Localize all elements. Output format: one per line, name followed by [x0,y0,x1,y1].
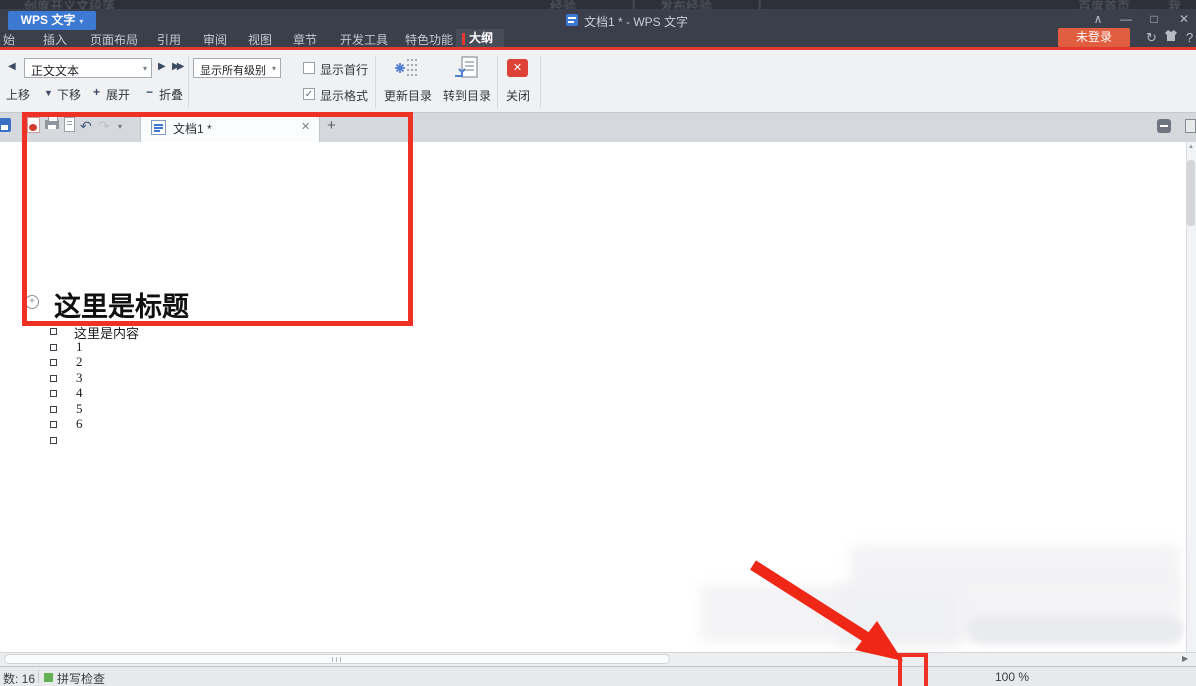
goto-toc-icon[interactable] [454,56,480,85]
update-toc-button[interactable]: 更新目录 [383,87,433,104]
update-toc-icon[interactable] [395,56,421,85]
outline-item[interactable]: 4 [76,385,83,401]
outline-bullet[interactable] [50,406,57,413]
demote-icon[interactable]: ▶ [158,61,166,72]
maximize-icon[interactable]: □ [1142,11,1166,27]
outline-bullet[interactable] [50,421,57,428]
divider: | [758,0,761,9]
background-text: 发布经验 [660,0,712,9]
outline-bullet[interactable] [50,344,57,351]
annotation-rectangle [22,112,413,326]
skin-icon[interactable] [1164,29,1178,46]
outline-item[interactable]: 3 [76,370,83,386]
tab-outline-active[interactable]: 大纲 [456,29,504,48]
collapse-icon[interactable]: − [146,85,153,99]
statusbar: 数: 16 拼写检查 [0,666,1196,686]
save-icon[interactable] [0,118,11,132]
vertical-scroll-thumb[interactable] [1187,160,1195,226]
panel-toggle-icon[interactable] [1157,119,1171,133]
outline-level-combo[interactable]: 正文文本 ▾ [24,58,152,78]
window-title: 文档1 * - WPS 文字 [584,13,688,30]
chevron-down-icon: ▾ [143,64,147,73]
outline-bullet[interactable] [50,390,57,397]
move-down-button[interactable]: 下移 [57,86,81,103]
promote-icon[interactable]: ◀ [8,61,16,72]
divider: | [632,0,635,9]
spellcheck-icon [44,673,53,682]
show-format-checkbox[interactable]: ✓ [303,88,315,100]
sidebar-toggle-icon[interactable] [1185,119,1196,133]
separator [188,56,189,108]
word-count: 数: 16 [3,670,35,686]
zoom-level: 100 % [995,670,1029,684]
blurred-watermark [968,616,1183,644]
outline-item[interactable]: 2 [76,354,83,370]
outline-bullet[interactable] [50,437,57,444]
background-text: 我 [1168,0,1181,9]
outline-item[interactable]: 1 [76,339,83,355]
background-text: 创度开义文段落 [24,0,115,9]
outline-item[interactable]: 5 [76,401,83,417]
expand-icon[interactable]: + [93,85,100,99]
titlebar: WPS 文字▾ 文档1 * - WPS 文字 ∧ — □ ✕ 始 插入 页面布局… [0,9,1196,47]
outline-toolbar: ◀ 正文文本 ▾ ▶ ▶▶ 上移 ▼ 下移 + 展开 − 折叠 显示所有级别 ▾… [0,50,1196,113]
move-down-icon[interactable]: ▼ [44,88,53,98]
annotation-highlight-box [898,653,928,686]
horizontal-scroll-thumb[interactable] [4,654,670,664]
scroll-up-icon[interactable]: ▲ [1188,144,1194,150]
demote-to-body-icon[interactable]: ▶▶ [172,61,181,72]
refresh-icon[interactable]: ↻ [1146,29,1157,46]
blurred-watermark [838,588,958,646]
wps-writer-window: 创度开义文段落 经验 | 发布经验 | 百度首页 我 WPS 文字▾ 文档1 *… [0,0,1196,686]
move-up-button[interactable]: 上移 [6,86,30,103]
background-text: 经验 [550,0,576,9]
outline-bullet[interactable] [50,359,57,366]
spellcheck-label[interactable]: 拼写检查 [57,670,105,686]
close-outline-button[interactable]: 关闭 [496,87,540,104]
outline-bullet[interactable] [50,328,57,335]
show-first-line-label: 显示首行 [320,61,368,78]
help-icon[interactable]: ? [1186,29,1193,46]
collapse-ribbon-icon[interactable]: ∧ [1086,11,1110,27]
separator [38,670,39,683]
background-text: 百度首页 [1078,0,1130,9]
chevron-down-icon: ▾ [272,64,276,73]
separator [540,56,541,108]
goto-toc-button[interactable]: 转到目录 [442,87,492,104]
outline-item[interactable]: 6 [76,416,83,432]
app-menu-button[interactable]: WPS 文字▾ [8,11,96,30]
separator [375,56,376,108]
close-icon[interactable]: ✕ [1172,11,1196,27]
expand-button[interactable]: 展开 [106,86,130,103]
document-icon [566,14,578,26]
minimize-icon[interactable]: — [1114,11,1138,27]
login-button[interactable]: 未登录 [1058,28,1130,47]
show-format-label: 显示格式 [320,87,368,104]
collapse-button[interactable]: 折叠 [159,86,183,103]
chevron-down-icon: ▾ [79,17,83,26]
close-outline-icon[interactable]: ✕ [507,59,528,77]
scroll-right-icon[interactable]: ▶ [1182,654,1188,663]
outline-bullet[interactable] [50,375,57,382]
show-level-combo[interactable]: 显示所有级别 ▾ [193,58,281,78]
active-tab-marker [462,33,465,45]
background-page-strip: 创度开义文段落 经验 | 发布经验 | 百度首页 我 [0,0,1196,9]
show-first-line-checkbox[interactable] [303,62,315,74]
